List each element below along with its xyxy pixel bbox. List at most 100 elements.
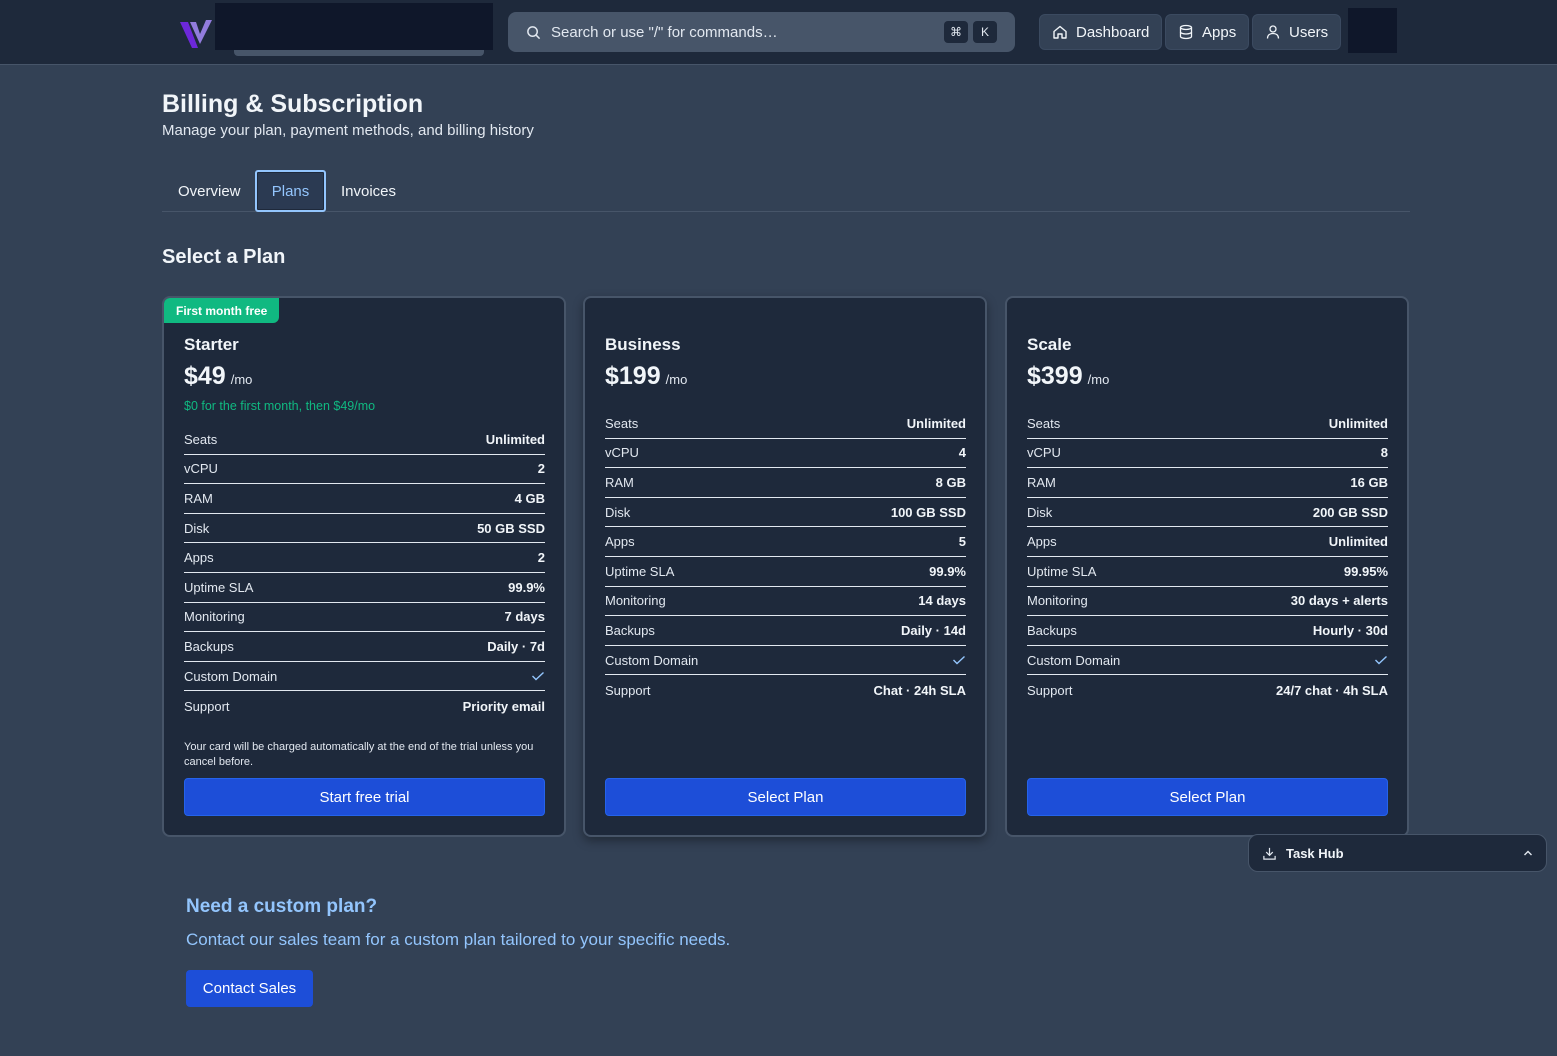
price-amount: $49 xyxy=(184,362,226,390)
select-plan-scale-button[interactable]: Select Plan xyxy=(1027,778,1388,816)
nav-dashboard-button[interactable]: Dashboard xyxy=(1039,14,1163,50)
feature-value: 8 xyxy=(1380,445,1388,461)
plan-name: Scale xyxy=(1027,335,1072,354)
plan-name: Business xyxy=(605,335,681,354)
search-bar[interactable]: Search or use "/" for commands… ⌘ K xyxy=(508,12,1015,52)
nav-users-button[interactable]: Users xyxy=(1252,14,1342,50)
feature-row: vCPU 4 xyxy=(605,439,966,469)
feature-row: RAM 8 GB xyxy=(605,468,966,498)
nav-apps-button[interactable]: Apps xyxy=(1165,14,1250,50)
plan-card-business: Business $199 /mo Seats Unlimited vCPU 4 RAM… xyxy=(583,296,987,837)
feature-name: Monitoring xyxy=(184,609,245,625)
contact-sales-button[interactable]: Contact Sales xyxy=(186,970,313,1007)
free-trial-badge: First month free xyxy=(164,298,280,323)
feature-row: Custom Domain xyxy=(184,662,545,692)
database-icon xyxy=(1179,24,1193,40)
feature-list: Seats Unlimited vCPU 2 RAM 4 GB Disk 50 GB SSD A… xyxy=(184,425,545,721)
task-hub-panel[interactable]: Task Hub xyxy=(1248,834,1547,872)
feature-name: RAM xyxy=(184,490,213,506)
feature-row: Disk 50 GB SSD xyxy=(184,514,545,544)
feature-value: 8 GB xyxy=(935,474,966,490)
feature-row: Seats Unlimited xyxy=(1027,409,1388,439)
feature-value: 100 GB SSD xyxy=(890,504,966,520)
custom-plan-text: Contact our sales team for a custom plan… xyxy=(186,930,731,949)
feature-row: Disk 200 GB SSD xyxy=(1027,498,1388,528)
search-icon xyxy=(527,25,541,39)
feature-value: 99.95% xyxy=(1343,563,1388,579)
nav-dashboard-label: Dashboard xyxy=(1076,23,1150,41)
promo-text: $0 for the first month, then $49/mo xyxy=(184,399,376,413)
custom-plan-title: Need a custom plan? xyxy=(186,896,378,917)
user-icon xyxy=(1266,25,1280,39)
feature-row: Apps 2 xyxy=(184,543,545,573)
tab-invoices[interactable]: Invoices xyxy=(341,170,396,212)
tab-overview[interactable]: Overview xyxy=(178,170,241,212)
feature-name: Custom Domain xyxy=(184,668,278,684)
price-amount: $399 xyxy=(1027,362,1083,390)
feature-value: 4 xyxy=(958,445,966,461)
plan-card-starter: First month free Starter $49 /mo $0 for … xyxy=(162,296,566,837)
feature-value: 30 days + alerts xyxy=(1290,593,1388,609)
nav-apps-label: Apps xyxy=(1202,23,1237,41)
page-subtitle: Manage your plan, payment methods, and b… xyxy=(162,122,534,139)
feature-list: Seats Unlimited vCPU 4 RAM 8 GB Disk 100 GB SSD… xyxy=(605,409,966,705)
feature-row: Support 24/7 chat · 4h SLA xyxy=(1027,675,1388,705)
feature-row: Backups Daily · 7d xyxy=(184,632,545,662)
check-icon xyxy=(532,672,544,681)
feature-name: Monitoring xyxy=(1027,593,1088,609)
feature-value: Hourly · 30d xyxy=(1312,622,1388,638)
start-free-trial-button[interactable]: Start free trial xyxy=(184,778,545,816)
price-unit: /mo xyxy=(230,372,253,387)
feature-value: Unlimited xyxy=(1328,534,1388,550)
plan-price: $199 /mo xyxy=(605,362,687,391)
feature-value: 2 xyxy=(537,461,545,477)
plan-price: $49 /mo xyxy=(184,362,252,391)
feature-name: Monitoring xyxy=(605,593,666,609)
redacted-avatar[interactable] xyxy=(1348,8,1397,53)
feature-row: Uptime SLA 99.9% xyxy=(605,557,966,587)
feature-name: Custom Domain xyxy=(605,652,699,668)
feature-row: Custom Domain xyxy=(605,646,966,676)
feature-row: vCPU 2 xyxy=(184,455,545,485)
select-plan-business-button[interactable]: Select Plan xyxy=(605,778,966,816)
feature-name: Backups xyxy=(184,638,234,654)
feature-row: Seats Unlimited xyxy=(605,409,966,439)
feature-row: Support Chat · 24h SLA xyxy=(605,675,966,705)
feature-value: 200 GB SSD xyxy=(1312,504,1388,520)
plan-price: $399 /mo xyxy=(1027,362,1109,391)
feature-name: Support xyxy=(1027,682,1073,698)
feature-name: Uptime SLA xyxy=(184,579,254,595)
page-title: Billing & Subscription xyxy=(162,90,424,118)
feature-row: Monitoring 7 days xyxy=(184,603,545,633)
plan-card-scale: Scale $399 /mo Seats Unlimited vCPU 8 RAM 16 … xyxy=(1005,296,1409,837)
command-key-badge: ⌘ xyxy=(944,21,968,43)
feature-row: RAM 16 GB xyxy=(1027,468,1388,498)
feature-value: Unlimited xyxy=(485,431,545,447)
billing-tabs: Overview Plans Invoices xyxy=(162,170,1410,212)
feature-name: Support xyxy=(605,682,651,698)
feature-name: vCPU xyxy=(605,445,639,461)
feature-value: Priority email xyxy=(462,698,545,714)
feature-row: Uptime SLA 99.9% xyxy=(184,573,545,603)
feature-value: 16 GB xyxy=(1350,474,1388,490)
feature-row: Uptime SLA 99.95% xyxy=(1027,557,1388,587)
feature-name: Uptime SLA xyxy=(605,563,675,579)
feature-value: 24/7 chat · 4h SLA xyxy=(1276,682,1388,698)
nav-users-label: Users xyxy=(1289,23,1329,41)
logo-icon[interactable] xyxy=(178,16,218,52)
feature-value: Unlimited xyxy=(906,415,966,431)
feature-row: Apps Unlimited xyxy=(1027,527,1388,557)
feature-row: Monitoring 30 days + alerts xyxy=(1027,587,1388,617)
feature-row: Support Priority email xyxy=(184,691,545,721)
feature-value: Chat · 24h SLA xyxy=(873,682,966,698)
download-icon xyxy=(1263,847,1276,860)
feature-name: Seats xyxy=(1027,415,1061,431)
feature-row: vCPU 8 xyxy=(1027,439,1388,469)
feature-value: 4 GB xyxy=(514,490,545,506)
home-icon xyxy=(1053,25,1067,39)
tab-plans[interactable]: Plans xyxy=(255,170,326,212)
feature-name: vCPU xyxy=(184,461,218,477)
chevron-up-icon[interactable] xyxy=(1522,847,1534,859)
section-title: Select a Plan xyxy=(162,246,286,268)
check-icon xyxy=(953,656,965,665)
